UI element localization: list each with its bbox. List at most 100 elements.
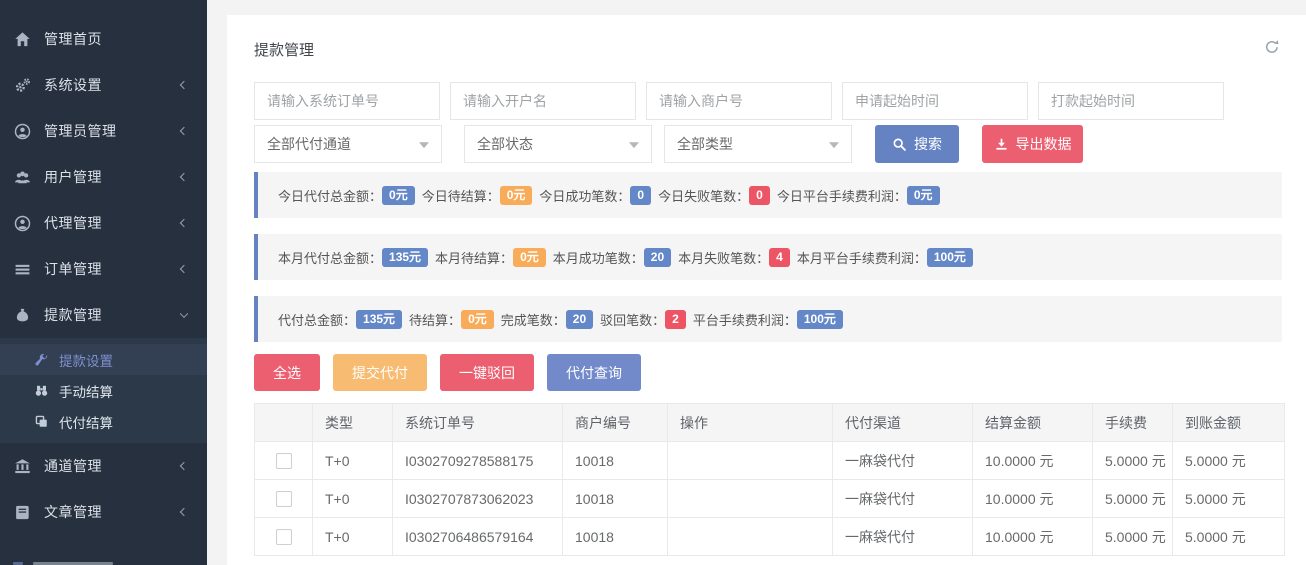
cell-type: T+0 bbox=[313, 518, 393, 556]
cell-type: T+0 bbox=[313, 480, 393, 518]
sidebar-item-label: 订单管理 bbox=[44, 259, 102, 279]
filter-selects-row: 全部代付通道 全部状态 全部类型 搜索 bbox=[254, 125, 1282, 163]
payout-query-button[interactable]: 代付查询 bbox=[547, 354, 641, 391]
stat-label: 本月平台手续费利润： bbox=[797, 248, 927, 267]
refresh-icon[interactable] bbox=[1264, 39, 1280, 55]
chevron-down-icon bbox=[180, 310, 188, 318]
sidebar-subitem-label: 手动结算 bbox=[59, 381, 113, 401]
sidebar-item-admin-management[interactable]: 管理员管理 bbox=[0, 108, 207, 154]
sidebar-item-user-management[interactable]: 用户管理 bbox=[0, 154, 207, 200]
sidebar-item-home[interactable]: 管理首页 bbox=[0, 16, 207, 62]
stat-label: 本月失败笔数： bbox=[678, 248, 769, 267]
stat-label: 今日失败笔数： bbox=[658, 186, 749, 205]
row-checkbox[interactable] bbox=[276, 491, 292, 507]
cell-merchant-no: 10018 bbox=[563, 518, 668, 556]
cell-order-no: I0302707873062023 bbox=[393, 480, 563, 518]
cell-fee: 5.0000 元 bbox=[1093, 480, 1173, 518]
export-data-button[interactable]: 导出数据 bbox=[982, 125, 1083, 163]
reject-all-button[interactable]: 一键驳回 bbox=[440, 354, 534, 391]
sidebar-item-system-settings[interactable]: 系统设置 bbox=[0, 62, 207, 108]
cell-arrival-amount: 5.0000 元 bbox=[1173, 442, 1285, 480]
row-checkbox[interactable] bbox=[276, 529, 292, 545]
col-fee: 手续费 bbox=[1093, 404, 1173, 442]
caret-down-icon bbox=[629, 142, 639, 148]
stat-badge: 100元 bbox=[797, 310, 843, 329]
sidebar-item-article-management[interactable]: 文章管理 bbox=[0, 489, 207, 535]
search-button[interactable]: 搜索 bbox=[875, 125, 959, 163]
filter-inputs-row bbox=[254, 82, 1282, 120]
sidebar-item-withdraw-management[interactable]: 提款管理 bbox=[0, 292, 207, 338]
table-row: T+0 I0302709278588175 10018 一麻袋代付 10.000… bbox=[255, 442, 1285, 480]
table-header-row: 类型 系统订单号 商户编号 操作 代付渠道 结算金额 手续费 到账金额 bbox=[255, 404, 1285, 442]
submit-payout-button[interactable]: 提交代付 bbox=[333, 354, 427, 391]
chevron-left-icon bbox=[180, 462, 188, 470]
stat-label: 今日待结算： bbox=[422, 186, 500, 205]
col-channel: 代付渠道 bbox=[833, 404, 973, 442]
cell-fee: 5.0000 元 bbox=[1093, 518, 1173, 556]
moneybag-icon bbox=[14, 307, 31, 324]
account-name-input[interactable] bbox=[450, 82, 636, 120]
download-icon bbox=[994, 137, 1009, 152]
cell-settle-amount: 10.0000 元 bbox=[973, 442, 1093, 480]
type-select[interactable]: 全部类型 bbox=[664, 125, 852, 163]
cell-settle-amount: 10.0000 元 bbox=[973, 480, 1093, 518]
merchant-no-input[interactable] bbox=[646, 82, 832, 120]
sidebar-subitem-payout-settlement[interactable]: 代付结算 bbox=[0, 406, 207, 437]
stat-badge: 2 bbox=[665, 310, 686, 329]
cell-operation bbox=[668, 442, 833, 480]
col-order-no: 系统订单号 bbox=[393, 404, 563, 442]
users-icon bbox=[14, 169, 31, 186]
sidebar-item-label: 代理管理 bbox=[44, 213, 102, 233]
main-content: 提款管理 全部代付通道 全部状态 bbox=[207, 0, 1306, 565]
select-value: 全部状态 bbox=[477, 134, 533, 154]
stats-total-bar: 代付总金额：135元 待结算：0元 完成笔数：20 驳回笔数：2 平台手续费利润… bbox=[254, 296, 1282, 342]
stat-badge: 0 bbox=[749, 186, 770, 205]
sidebar-item-channel-management[interactable]: 通道管理 bbox=[0, 443, 207, 489]
stats-today-bar: 今日代付总金额：0元 今日待结算：0元 今日成功笔数：0 今日失败笔数：0 今日… bbox=[254, 172, 1282, 218]
col-merchant-no: 商户编号 bbox=[563, 404, 668, 442]
sidebar-item-agent-management[interactable]: 代理管理 bbox=[0, 200, 207, 246]
stat-badge: 0元 bbox=[513, 248, 546, 267]
select-value: 全部类型 bbox=[677, 134, 733, 154]
cell-arrival-amount: 5.0000 元 bbox=[1173, 518, 1285, 556]
row-checkbox[interactable] bbox=[276, 453, 292, 469]
sidebar-subitem-label: 提款设置 bbox=[59, 350, 113, 370]
cell-operation bbox=[668, 518, 833, 556]
cell-channel: 一麻袋代付 bbox=[833, 442, 973, 480]
sidebar-item-label: 管理首页 bbox=[44, 29, 102, 49]
home-icon bbox=[14, 31, 31, 48]
page-title: 提款管理 bbox=[254, 39, 1282, 60]
order-no-input[interactable] bbox=[254, 82, 440, 120]
content-panel: 提款管理 全部代付通道 全部状态 bbox=[227, 15, 1306, 565]
sidebar-subitem-manual-settlement[interactable]: 手动结算 bbox=[0, 375, 207, 406]
cell-fee: 5.0000 元 bbox=[1093, 442, 1173, 480]
cell-merchant-no: 10018 bbox=[563, 480, 668, 518]
sidebar-subitem-withdraw-settings[interactable]: 提款设置 bbox=[0, 344, 207, 375]
stat-badge: 20 bbox=[644, 248, 671, 267]
stat-label: 本月待结算： bbox=[435, 248, 513, 267]
chevron-left-icon bbox=[180, 173, 188, 181]
payment-start-time-input[interactable] bbox=[1038, 82, 1224, 120]
cell-channel: 一麻袋代付 bbox=[833, 518, 973, 556]
payout-channel-select[interactable]: 全部代付通道 bbox=[254, 125, 442, 163]
sidebar-subitem-label: 代付结算 bbox=[59, 412, 113, 432]
sidebar-nav: 管理首页 系统设置 管理员管理 bbox=[0, 0, 207, 535]
withdraw-submenu: 提款设置 手动结算 代付结算 bbox=[0, 338, 207, 443]
select-all-button[interactable]: 全选 bbox=[254, 354, 320, 391]
chevron-left-icon bbox=[180, 219, 188, 227]
status-select[interactable]: 全部状态 bbox=[464, 125, 652, 163]
sidebar-item-label: 提款管理 bbox=[44, 305, 102, 325]
stat-label: 今日平台手续费利润： bbox=[777, 186, 907, 205]
stat-label: 今日代付总金额： bbox=[278, 186, 382, 205]
apply-start-time-input[interactable] bbox=[842, 82, 1028, 120]
table-row: T+0 I0302706486579164 10018 一麻袋代付 10.000… bbox=[255, 518, 1285, 556]
sidebar-item-order-management[interactable]: 订单管理 bbox=[0, 246, 207, 292]
admin-user-icon bbox=[14, 123, 31, 140]
stat-label: 平台手续费利润： bbox=[693, 310, 797, 329]
chevron-left-icon bbox=[180, 265, 188, 273]
sidebar-item-label: 系统设置 bbox=[44, 75, 102, 95]
stat-badge: 0元 bbox=[907, 186, 940, 205]
action-buttons-row: 全选 提交代付 一键驳回 代付查询 bbox=[254, 354, 1282, 391]
select-value: 全部代付通道 bbox=[267, 134, 351, 154]
chevron-left-icon bbox=[180, 81, 188, 89]
